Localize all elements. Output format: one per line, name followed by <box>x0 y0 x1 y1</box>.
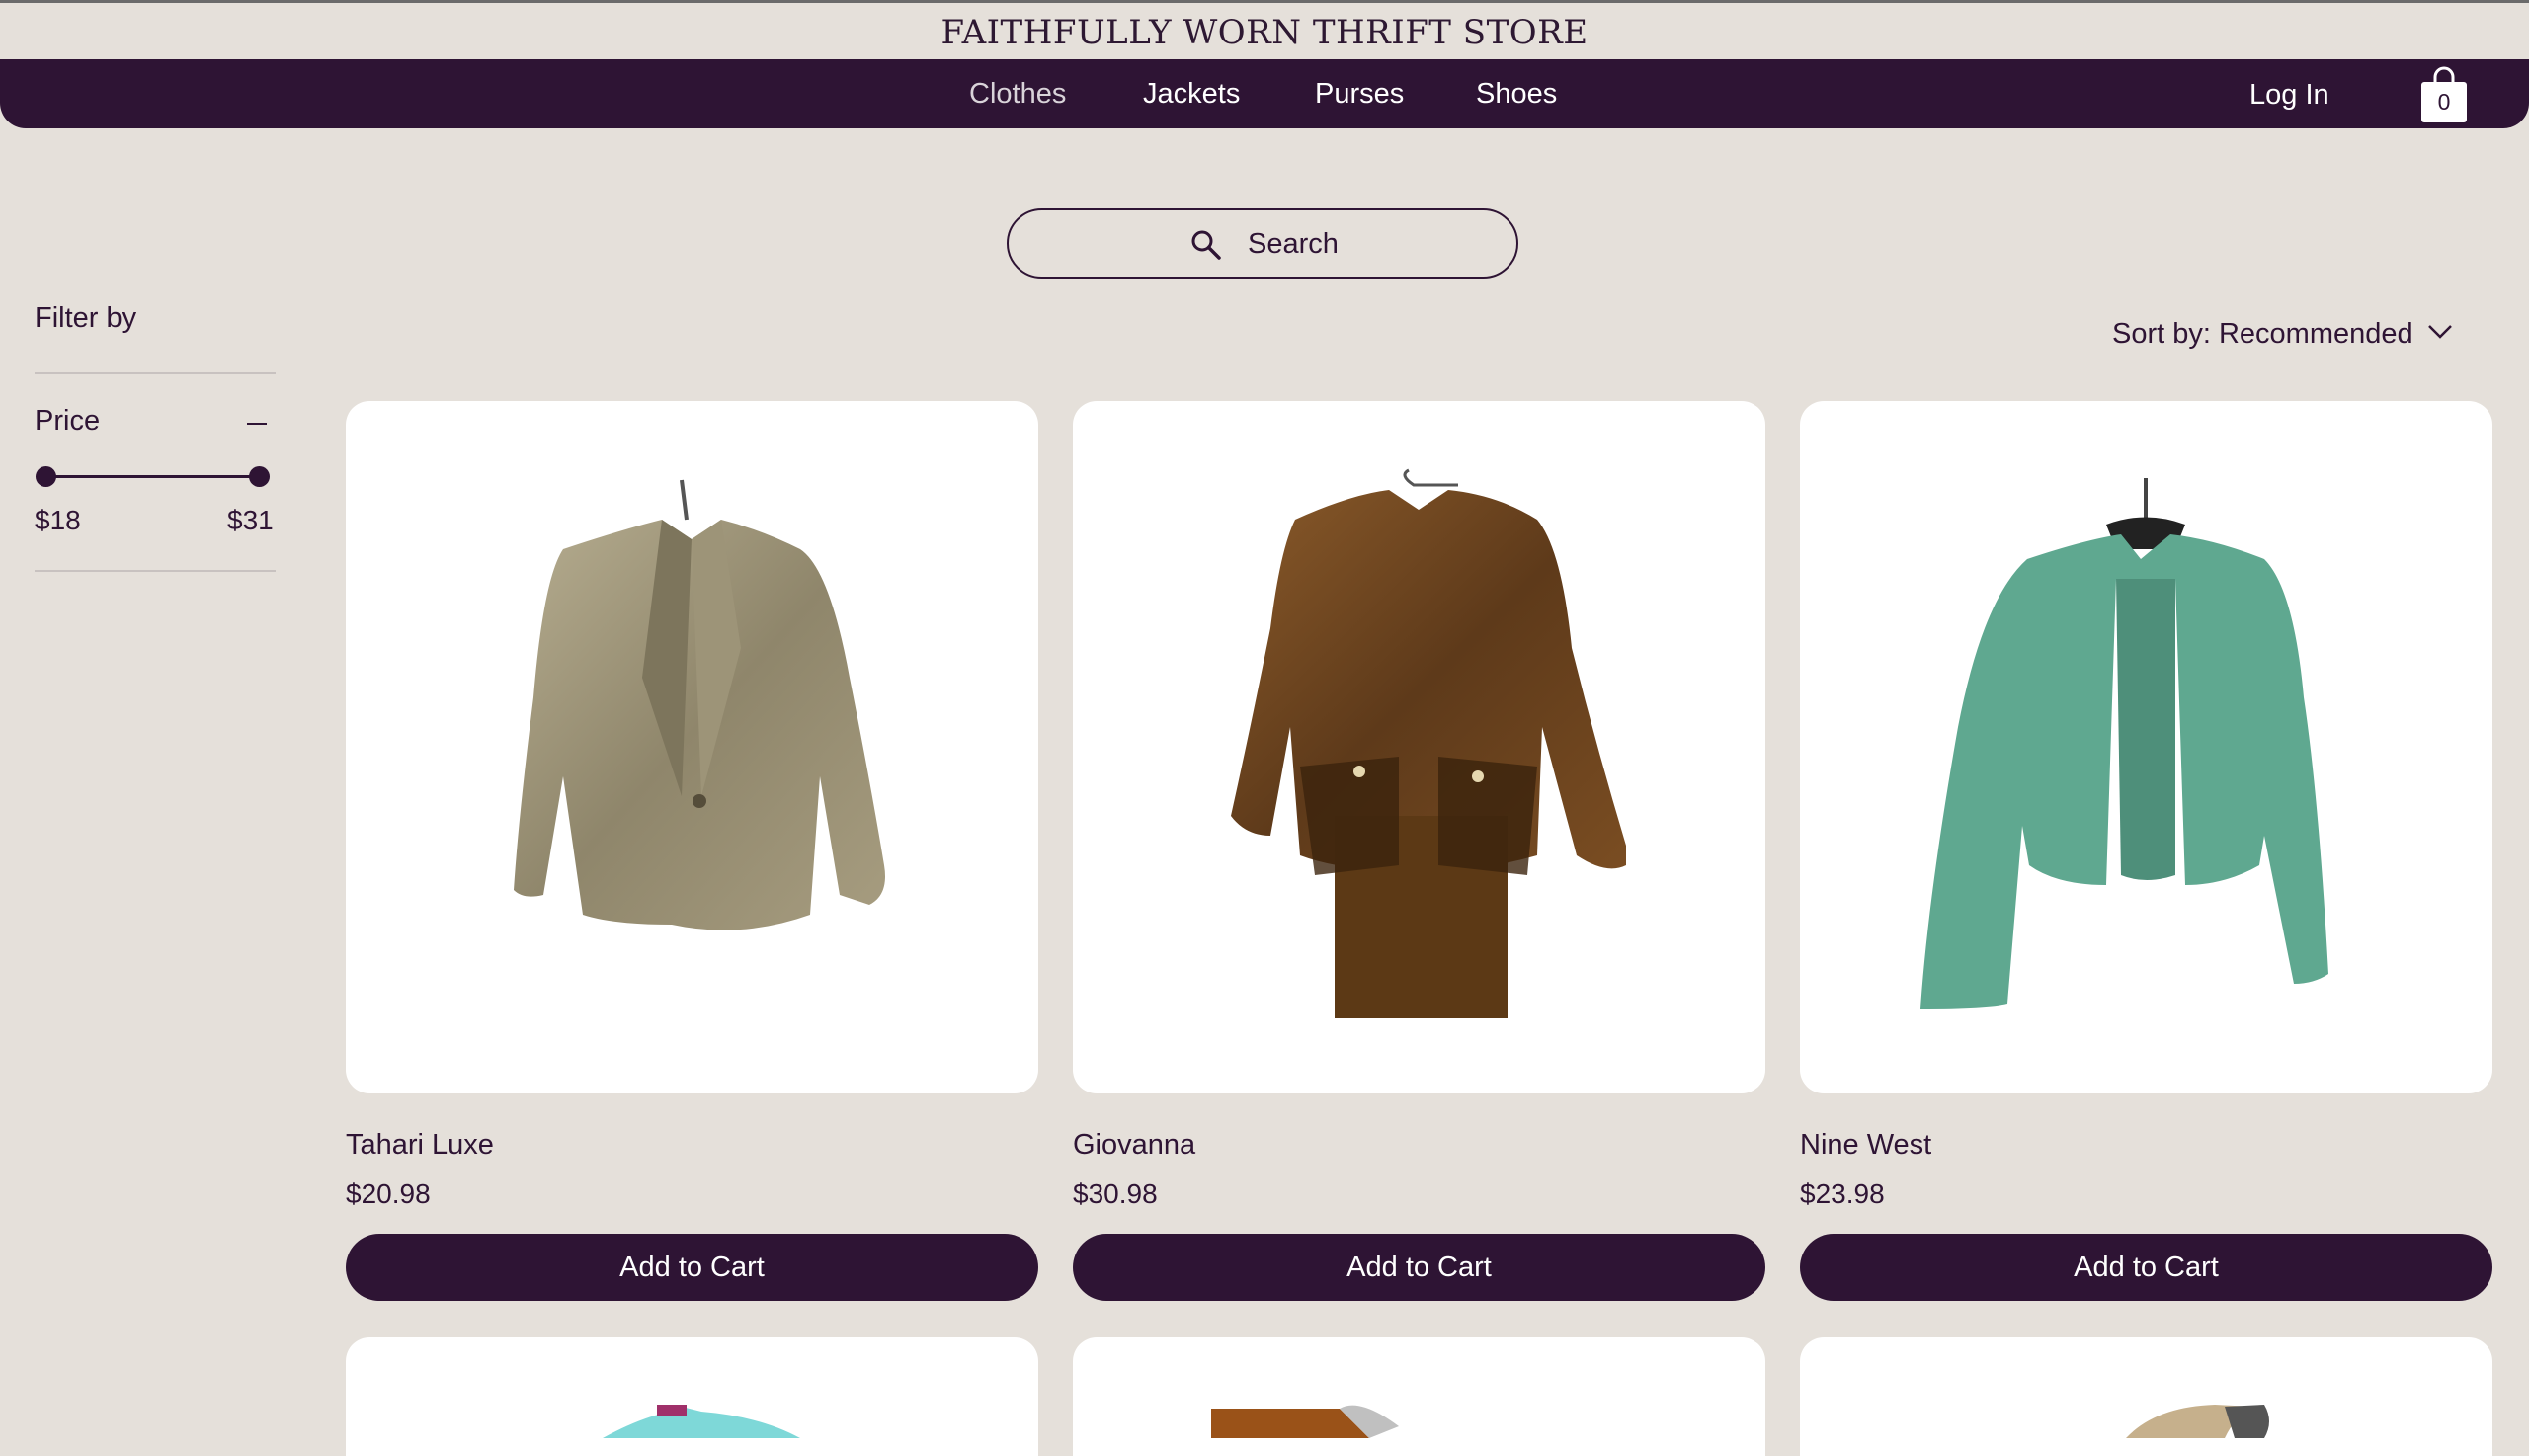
champagne-blazer-image <box>514 479 885 930</box>
product-image[interactable] <box>1073 1337 1765 1456</box>
nav-clothes[interactable]: Clothes <box>969 59 1066 128</box>
price-max-value: $31 <box>227 505 274 535</box>
minus-icon[interactable] <box>247 423 267 425</box>
product-name[interactable]: Giovanna <box>1073 1129 1195 1162</box>
brown-suit-image <box>1231 468 1626 1018</box>
nav-jackets[interactable]: Jackets <box>1143 59 1240 128</box>
cart-count: 0 <box>2437 89 2451 115</box>
product-name[interactable]: Nine West <box>1800 1129 1931 1162</box>
product-name[interactable]: Tahari Luxe <box>346 1129 494 1162</box>
product-price: $23.98 <box>1800 1178 1885 1209</box>
add-to-cart-button[interactable]: Add to Cart <box>1073 1234 1765 1301</box>
product-image[interactable] <box>1073 401 1765 1093</box>
sort-dropdown[interactable]: Sort by: Recommended <box>2112 318 2453 351</box>
top-border <box>0 0 2529 3</box>
search-input[interactable]: Search <box>1007 208 1518 279</box>
add-to-cart-button[interactable]: Add to Cart <box>1800 1234 2492 1301</box>
divider <box>35 570 276 572</box>
divider <box>35 372 276 374</box>
product-price: $20.98 <box>346 1178 431 1209</box>
turquoise-garment-image <box>603 1405 800 1438</box>
product-image[interactable] <box>1800 1337 2492 1456</box>
leather-purse-image <box>1211 1405 1399 1438</box>
price-slider-max-handle[interactable] <box>249 466 270 487</box>
cart-button[interactable]: 0 <box>2418 65 2470 124</box>
product-price: $30.98 <box>1073 1178 1158 1209</box>
product-image[interactable] <box>346 401 1038 1093</box>
product-image[interactable] <box>346 1337 1038 1456</box>
chevron-down-icon <box>2427 325 2452 340</box>
nav-purses[interactable]: Purses <box>1315 59 1404 128</box>
search-placeholder: Search <box>1248 228 1339 260</box>
product-image[interactable] <box>1800 401 2492 1093</box>
shoe-image <box>2126 1405 2269 1438</box>
price-slider-track[interactable] <box>46 475 259 478</box>
price-filter-label[interactable]: Price <box>35 405 100 438</box>
store-title[interactable]: FAITHFULLY WORN THRIFT STORE <box>0 8 2529 57</box>
add-to-cart-button[interactable]: Add to Cart <box>346 1234 1038 1301</box>
teal-blazer-image <box>1920 478 2328 1009</box>
sort-label: Sort by: Recommended <box>2112 318 2413 350</box>
search-icon <box>1191 230 1221 260</box>
filter-title: Filter by <box>35 302 137 334</box>
price-min-value: $18 <box>35 505 81 535</box>
login-link[interactable]: Log In <box>2249 59 2329 128</box>
nav-bar: Clothes Jackets Purses Shoes Log In 0 <box>0 59 2529 128</box>
price-slider-min-handle[interactable] <box>36 466 56 487</box>
nav-shoes[interactable]: Shoes <box>1476 59 1557 128</box>
